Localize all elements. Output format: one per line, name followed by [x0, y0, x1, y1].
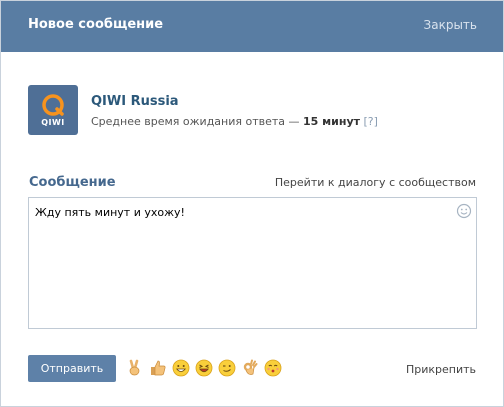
logo-text: QIWI	[41, 118, 65, 127]
message-textarea[interactable]: Жду пять минут и ухожу!	[28, 197, 477, 329]
emoji-bar	[126, 359, 296, 379]
thumbs-up-icon[interactable]	[149, 359, 167, 377]
community-logo[interactable]: QIWI	[28, 85, 78, 135]
dialog-header: Новое сообщение Закрыть	[1, 1, 503, 52]
grinning-face-icon[interactable]	[172, 359, 190, 377]
attach-button[interactable]: Прикрепить	[406, 363, 476, 376]
message-label: Сообщение	[29, 175, 116, 190]
smile-icon[interactable]	[456, 203, 472, 219]
victory-hand-icon[interactable]	[126, 359, 144, 377]
laughing-face-icon[interactable]	[195, 359, 213, 377]
winking-face-icon[interactable]	[218, 359, 236, 377]
response-time: Среднее время ожидания ответа — 15 минут…	[91, 115, 378, 128]
response-time-label: Среднее время ожидания ответа —	[91, 115, 304, 128]
new-message-dialog: Новое сообщение Закрыть QIWI QIWI Russia…	[0, 0, 504, 407]
kissing-face-icon[interactable]	[264, 359, 282, 377]
message-text: Жду пять минут и ухожу!	[35, 206, 185, 219]
qiwi-logo-icon	[42, 94, 64, 116]
community-name[interactable]: QIWI Russia	[91, 94, 179, 109]
go-to-dialog-link[interactable]: Перейти к диалогу с сообществом	[275, 176, 476, 189]
ok-hand-icon[interactable]	[241, 359, 259, 377]
response-time-value: 15 минут	[303, 115, 361, 128]
close-button[interactable]: Закрыть	[424, 18, 477, 32]
help-link[interactable]: [?]	[364, 115, 378, 128]
send-button[interactable]: Отправить	[28, 355, 116, 382]
community-info: QIWI QIWI Russia Среднее время ожидания …	[28, 85, 478, 137]
dialog-title: Новое сообщение	[28, 17, 164, 32]
